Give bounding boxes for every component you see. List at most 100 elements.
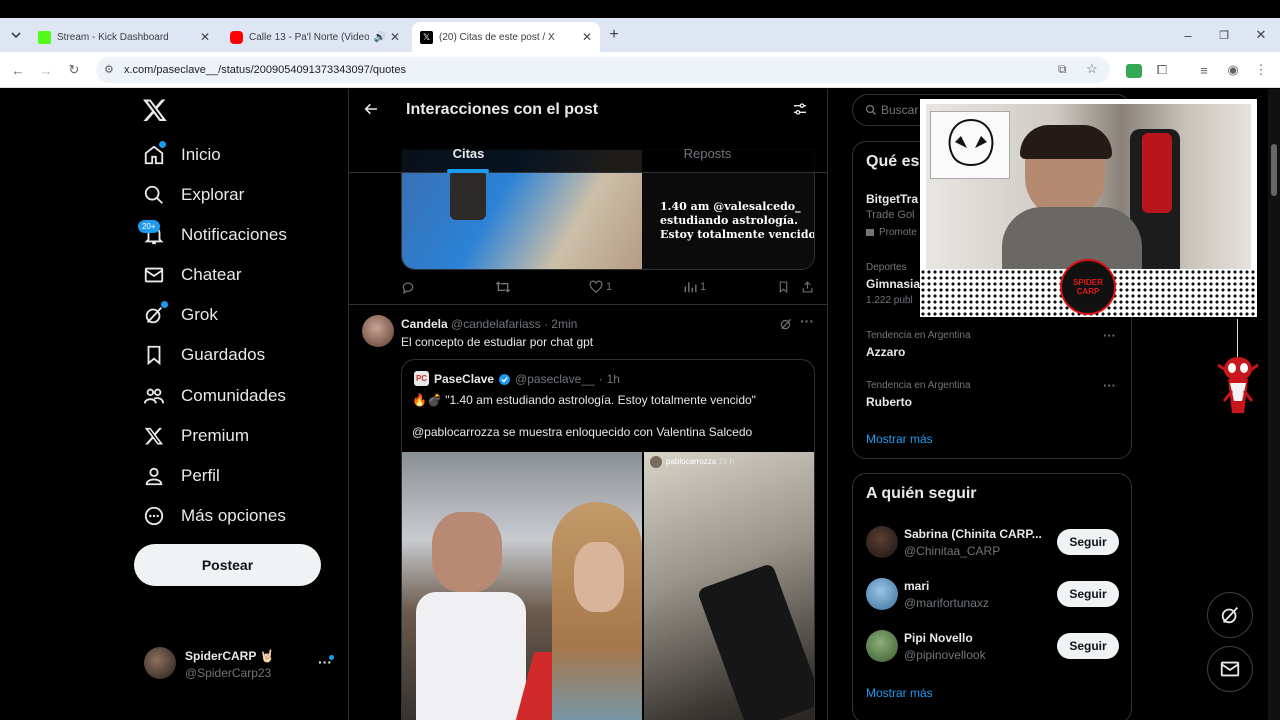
messages-floating-button[interactable] <box>1207 646 1253 692</box>
tab-x-active[interactable]: 𝕏 (20) Citas de este post / X ✕ <box>412 22 600 52</box>
nav-communities[interactable]: Comunidades <box>142 376 286 416</box>
back-icon[interactable]: ← <box>8 60 28 80</box>
nav-premium[interactable]: Premium <box>142 416 249 456</box>
spiderman-decoration <box>1214 351 1262 429</box>
avatar <box>866 630 898 662</box>
quote-line-2: @pablocarrozza se muestra enloquecido co… <box>412 425 753 439</box>
post-handle[interactable]: @candelafariass <box>451 317 541 331</box>
grok-post-icon[interactable] <box>779 317 793 331</box>
install-icon[interactable]: ⧉ <box>1058 62 1067 77</box>
new-tab-icon[interactable]: + <box>604 25 624 45</box>
filter-icon[interactable] <box>792 101 808 117</box>
post-separator: · <box>543 317 548 331</box>
story-time: 19 h <box>718 457 735 466</box>
url-text[interactable]: x.com/paseclave__/status/200905409137334… <box>124 64 406 76</box>
avatar[interactable] <box>362 315 394 347</box>
nav-label: Inicio <box>181 145 221 164</box>
nav-profile[interactable]: Perfil <box>142 456 220 496</box>
trend-title: BitgetTra <box>866 192 919 206</box>
profile-icon[interactable]: ◉ <box>1223 60 1243 80</box>
post-time[interactable]: 2min <box>551 317 577 331</box>
bookmark-icon[interactable] <box>777 280 790 294</box>
account-handle: @SpiderCarp23 <box>185 666 272 680</box>
scrollbar-thumb[interactable] <box>1271 144 1277 196</box>
restore-icon[interactable]: ❐ <box>1214 25 1234 45</box>
nav-chat[interactable]: Chatear <box>142 255 241 295</box>
account-switcher[interactable]: SpiderCARP 🤘🏻 @SpiderCarp23 ··· <box>140 641 340 685</box>
nav-more[interactable]: Más opciones <box>142 496 286 536</box>
close-window-icon[interactable]: ✕ <box>1251 25 1271 45</box>
show-more-link[interactable]: Mostrar más <box>866 686 933 700</box>
paseclave-avatar: PC <box>414 371 429 386</box>
nav-label: Guardados <box>181 345 266 364</box>
quote-media[interactable]: pablocarrozza 19 h <box>402 452 814 720</box>
menu-icon[interactable]: ⋮ <box>1251 60 1271 80</box>
repost-icon[interactable] <box>495 280 511 294</box>
follow-button[interactable]: Seguir <box>1057 581 1119 607</box>
page-title: Interacciones con el post <box>406 101 599 118</box>
user-handle: @pipinovellook <box>904 648 986 662</box>
trend-item[interactable]: Tendencia en Argentina Azzaro ··· <box>853 328 1131 372</box>
nav-bookmarks[interactable]: Guardados <box>142 335 265 375</box>
speaker-icon[interactable]: 🔊 <box>373 32 385 43</box>
show-more-link[interactable]: Mostrar más <box>866 432 933 446</box>
reply-icon[interactable] <box>401 280 415 294</box>
tab-search-icon[interactable] <box>6 25 26 45</box>
tab-quotes[interactable]: Citas <box>349 133 588 173</box>
forward-icon[interactable]: → <box>36 60 56 80</box>
close-tab-icon[interactable]: ✕ <box>200 30 210 44</box>
post-button[interactable]: Postear <box>134 544 321 586</box>
spiderman-poster <box>930 111 1010 179</box>
reload-icon[interactable]: ↻ <box>64 60 84 80</box>
story-avatar <box>650 456 662 468</box>
close-tab-icon[interactable]: ✕ <box>390 30 400 44</box>
views-count: 1 <box>700 281 707 293</box>
trend-more-icon[interactable]: ··· <box>1103 328 1116 343</box>
extension-icon[interactable] <box>1126 64 1142 78</box>
user-name: mari <box>904 579 930 593</box>
follow-suggestion[interactable]: Pipi Novello @pipinovellook Seguir <box>853 622 1131 670</box>
follow-button[interactable]: Seguir <box>1057 633 1119 659</box>
trend-title: Gimnasia <box>866 277 921 291</box>
x-logo-icon[interactable] <box>142 97 170 125</box>
minimize-icon[interactable]: – <box>1178 25 1198 45</box>
puzzle-icon[interactable]: ⧠ <box>1152 60 1172 80</box>
nav-grok[interactable]: Grok <box>142 295 218 335</box>
share-icon[interactable] <box>801 280 814 294</box>
nav-notifications[interactable]: Notificaciones 20+ <box>138 215 287 255</box>
nav-explore[interactable]: Explorar <box>142 175 244 215</box>
follow-suggestion[interactable]: Sabrina (Chinita CARP... @Chinitaa_CARP … <box>853 518 1131 566</box>
quoted-post[interactable]: PC PaseClave @paseclave__ · 1h 🔥💣 "1.40 … <box>401 359 815 720</box>
hair-shape <box>1020 125 1112 159</box>
like-count: 1 <box>606 281 613 293</box>
mail-icon <box>142 263 166 287</box>
tab-youtube[interactable]: Calle 13 - Pa'l Norte (Video 🔊 ✕ <box>222 22 408 52</box>
avatar <box>866 526 898 558</box>
close-tab-icon[interactable]: ✕ <box>582 30 592 44</box>
like-button[interactable]: 1 <box>589 280 612 294</box>
trend-more-icon[interactable]: ··· <box>1103 378 1116 393</box>
tab-label: Reposts <box>683 145 732 161</box>
follow-button[interactable]: Seguir <box>1057 529 1119 555</box>
post-author[interactable]: Candela <box>401 317 448 331</box>
follow-suggestion[interactable]: mari @marifortunaxz Seguir <box>853 570 1131 618</box>
back-arrow-icon[interactable] <box>363 101 379 117</box>
post[interactable]: Candela @candelafariass · 2min ··· El co… <box>349 305 827 720</box>
grok-icon <box>1219 604 1241 626</box>
address-bar[interactable]: ⚙ x.com/paseclave__/status/2009054091373… <box>96 57 1110 83</box>
tab-reposts[interactable]: Reposts <box>588 133 827 173</box>
nav-home[interactable]: Inicio <box>142 135 221 175</box>
trend-context: Tendencia en Argentina <box>866 330 971 341</box>
media-control-icon[interactable]: ≡ <box>1194 60 1214 80</box>
post-more-icon[interactable]: ··· <box>800 313 814 329</box>
tab-kick[interactable]: Stream - Kick Dashboard ✕ <box>30 22 218 52</box>
tab-title: (20) Citas de este post / X <box>439 31 555 43</box>
bookmark-star-icon[interactable]: ☆ <box>1086 61 1098 77</box>
views-button[interactable]: 1 <box>683 280 706 294</box>
grok-floating-button[interactable] <box>1207 592 1253 638</box>
site-settings-icon[interactable]: ⚙ <box>104 63 114 76</box>
trend-item[interactable]: Tendencia en Argentina Ruberto ··· <box>853 378 1131 422</box>
nav-label: Perfil <box>181 466 220 485</box>
center-column: 1.40 am @valesalcedo_ estudiando astrolo… <box>348 89 828 720</box>
scrollbar[interactable] <box>1268 89 1280 720</box>
